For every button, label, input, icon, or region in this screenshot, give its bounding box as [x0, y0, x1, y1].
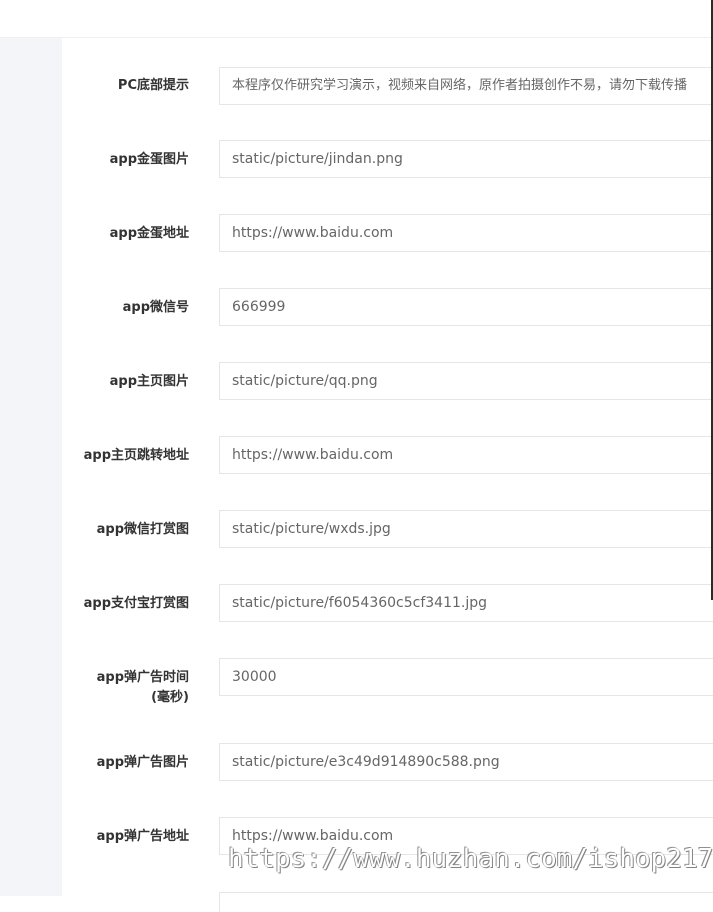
app-alipay-tip-image-input[interactable]: static/picture/f6054360c5cf3411.jpg — [219, 584, 713, 622]
pc-footer-tip-input[interactable]: 本程序仅作研究学习演示，视频来自网络，原作者拍摄创作不易，请勿下载传播 — [219, 67, 713, 105]
next-field-partial[interactable] — [219, 892, 713, 912]
field-label: app主页图片 — [109, 374, 189, 389]
app-home-redirect-url-input[interactable]: https://www.baidu.com — [219, 436, 713, 474]
field-label-line2: (毫秒) — [151, 690, 189, 705]
field-label: app弹广告地址 — [96, 829, 189, 844]
app-popup-ad-image-input[interactable]: static/picture/e3c49d914890c588.png — [219, 743, 713, 781]
field-label: PC底部提示 — [117, 78, 189, 93]
field-label: app弹广告时间 (毫秒) — [39, 668, 189, 708]
app-wechat-tip-image-input[interactable]: static/picture/wxds.jpg — [219, 510, 713, 548]
app-wechat-id-input[interactable]: 666999 — [219, 288, 713, 326]
app-popup-ad-time-input[interactable]: 30000 — [219, 658, 713, 696]
app-home-image-input[interactable]: static/picture/qq.png — [219, 362, 713, 400]
app-golden-egg-image-input[interactable]: static/picture/jindan.png — [219, 140, 713, 178]
field-label: app弹广告图片 — [96, 755, 189, 770]
settings-form: PC底部提示 本程序仅作研究学习演示，视频来自网络，原作者拍摄创作不易，请勿下载… — [62, 38, 713, 912]
watermark-text: https://www.huzhan.com/ishop21708 — [228, 844, 713, 874]
app-golden-egg-url-input[interactable]: https://www.baidu.com — [219, 214, 713, 252]
field-label-line1: app弹广告时间 — [96, 670, 189, 685]
field-label: app主页跳转地址 — [83, 448, 189, 463]
field-label: app微信打赏图 — [96, 522, 189, 537]
top-header-bar — [0, 0, 713, 38]
field-label: app支付宝打赏图 — [83, 596, 189, 611]
field-label: app微信号 — [122, 300, 189, 315]
field-label: app金蛋地址 — [109, 226, 189, 241]
field-label: app金蛋图片 — [109, 152, 189, 167]
